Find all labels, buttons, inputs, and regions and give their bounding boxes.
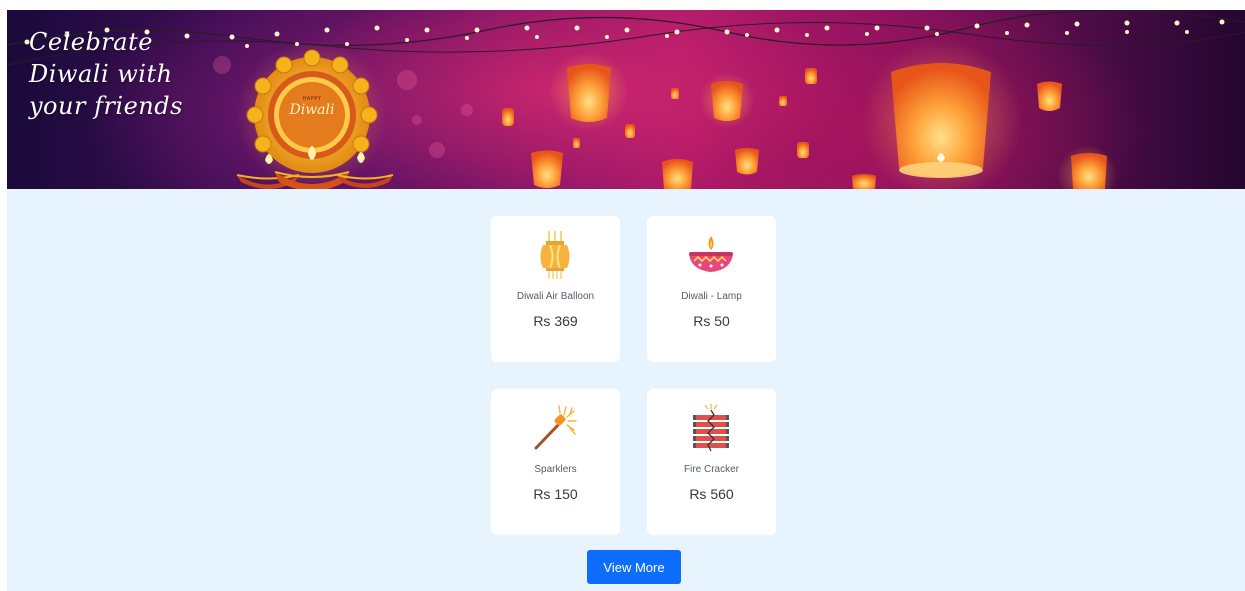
product-name: Fire Cracker bbox=[683, 464, 739, 475]
sky-lantern-graphic bbox=[862, 40, 1022, 189]
product-name: Diwali - Lamp bbox=[681, 291, 742, 302]
badge-main-text: Diwali bbox=[289, 102, 335, 118]
product-card[interactable]: Fire Cracker Rs 560 bbox=[647, 389, 776, 535]
view-more-button[interactable]: View More bbox=[587, 550, 681, 584]
product-price: Rs 50 bbox=[693, 313, 730, 329]
banner-headline-line: your friends bbox=[29, 92, 183, 120]
product-card[interactable]: Diwali - Lamp Rs 50 bbox=[647, 216, 776, 362]
product-name: Diwali Air Balloon bbox=[516, 291, 595, 302]
product-price: Rs 369 bbox=[533, 313, 578, 329]
diwali-badge-text: HAPPY Diwali bbox=[279, 96, 345, 118]
hero-banner: Celebrate Diwali with your friends HAPPY… bbox=[7, 10, 1245, 189]
banner-headline-line: Diwali with bbox=[29, 60, 173, 88]
fire-cracker-icon bbox=[693, 404, 729, 452]
product-price: Rs 560 bbox=[689, 486, 734, 502]
diya-lamp-icon bbox=[689, 236, 733, 272]
sparkler-icon bbox=[534, 405, 577, 450]
product-name: Sparklers bbox=[534, 464, 577, 475]
product-price: Rs 150 bbox=[533, 486, 578, 502]
lantern-icon bbox=[540, 231, 570, 279]
banner-headline-line: Celebrate bbox=[29, 28, 153, 56]
product-card[interactable]: Sparklers Rs 150 bbox=[491, 389, 620, 535]
banner-headline: Celebrate Diwali with your friends bbox=[29, 26, 229, 122]
page: Celebrate Diwali with your friends HAPPY… bbox=[7, 10, 1245, 591]
product-card[interactable]: Diwali Air Balloon Rs 369 bbox=[491, 216, 620, 362]
